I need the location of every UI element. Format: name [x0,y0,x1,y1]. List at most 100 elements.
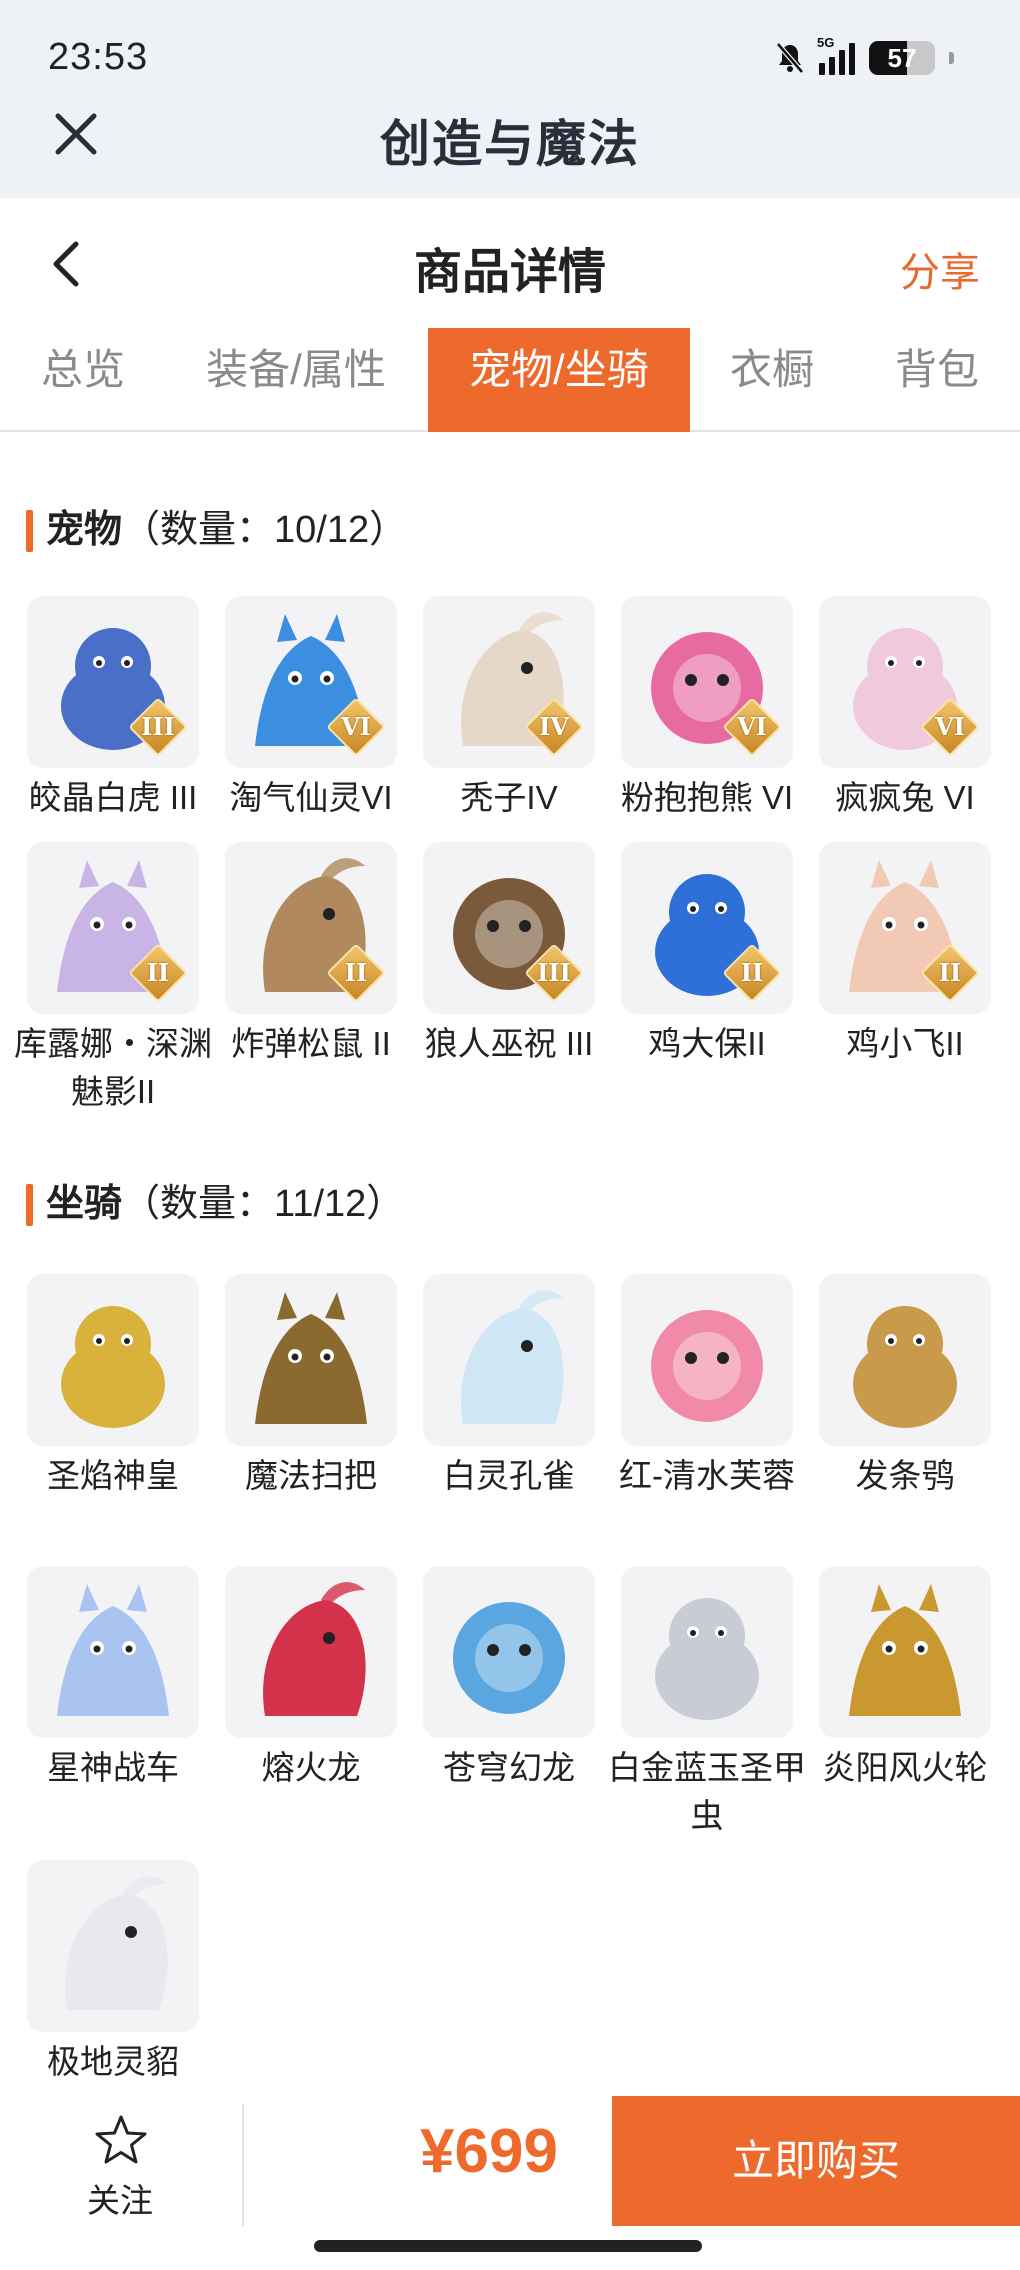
network-type: 5G [817,35,835,50]
mount-item[interactable]: 熔火龙 [212,1566,410,1792]
mount-item[interactable]: 星神战车 [14,1566,212,1792]
mount-item[interactable]: 极地灵貂 [14,1860,212,2086]
follow-button[interactable]: 关注 [0,2096,240,2226]
pet-item[interactable]: II 鸡小飞II [806,842,1004,1068]
app-header: 23:53 5G 57 创造与魔法 [0,0,1020,198]
tab-pets-mounts[interactable]: 宠物/坐骑 [428,328,690,432]
grade-label: IV [539,712,569,741]
status-time: 23:53 [48,36,149,78]
grade-badge: VI [326,697,386,757]
pet-item[interactable]: III 狼人巫祝 III [410,842,608,1068]
polar-marten-icon [27,1860,199,2032]
pet-item[interactable]: VI 淘气仙灵VI [212,596,410,822]
grade-label: VI [341,712,371,741]
pet-name: 库露娜・深渊魅影II [14,1025,212,1110]
mount-item[interactable]: 炎阳风火轮 [806,1566,1004,1792]
mount-item[interactable]: 圣焰神皇 [14,1274,212,1500]
status-icons: 5G 57 [775,35,954,78]
mount-item[interactable]: 苍穹幻龙 [410,1566,608,1792]
pet-item[interactable]: VI 粉抱抱熊 VI [608,596,806,822]
blue-dog-icon: VI [225,596,397,768]
grade-badge: III [524,943,584,1003]
mount-name: 白灵孔雀 [443,1457,575,1494]
grade-badge: II [722,943,782,1003]
golden-phoenix-icon [27,1274,199,1446]
tab-overview[interactable]: 总览 [0,328,166,432]
pet-name: 秃子IV [460,779,558,816]
pink-bear-icon: VI [621,596,793,768]
pets-section-title: 宠物（数量：10/12） [26,506,407,554]
price: ¥699 [420,2117,558,2186]
pet-name: 疯疯兔 VI [835,779,975,816]
bunny-icon: VI [819,596,991,768]
grade-label: VI [737,712,767,741]
pet-item[interactable]: II 炸弹松鼠 II [212,842,410,1068]
mount-name: 炎阳风火轮 [822,1749,988,1786]
mount-item[interactable]: 发条鸮 [806,1274,1004,1500]
sky-dragon-icon [423,1566,595,1738]
lava-dragon-icon [225,1566,397,1738]
mount-name: 魔法扫把 [245,1457,377,1494]
mount-item[interactable]: 白金蓝玉圣甲虫 [608,1566,806,1840]
mount-name: 熔火龙 [261,1749,361,1786]
pets-count: （数量：10/12） [122,509,408,551]
tab-bar: 总览 装备/属性 宠物/坐骑 衣橱 背包 [0,328,1020,432]
squirrel-icon: II [225,842,397,1014]
pets-heading: 宠物 [46,509,123,551]
tab-wardrobe[interactable]: 衣橱 [690,328,854,432]
grade-label: II [938,958,962,987]
pet-item[interactable]: VI 疯疯兔 VI [806,596,1004,822]
mount-name: 苍穹幻龙 [443,1749,575,1786]
grade-badge: VI [722,697,782,757]
battery-icon: 57 [869,41,935,75]
lotus-icon [621,1274,793,1446]
mount-item[interactable]: 魔法扫把 [212,1274,410,1500]
bald-kid-icon: IV [423,596,595,768]
pet-name: 粉抱抱熊 VI [620,779,794,816]
buy-now-button[interactable]: 立即购买 [612,2096,1020,2226]
grade-label: II [344,958,368,987]
phantom-girl-icon: II [27,842,199,1014]
mount-name: 圣焰神皇 [47,1457,179,1494]
app-title: 创造与魔法 [380,116,640,172]
mount-name: 白金蓝玉圣甲虫 [608,1749,806,1834]
grade-badge: II [326,943,386,1003]
bottom-action-bar: 关注 ¥699 立即购买 [0,2096,1020,2226]
scarab-icon [621,1566,793,1738]
star-chariot-icon [27,1566,199,1738]
mounts-count: （数量：11/12） [122,1183,405,1225]
home-indicator [314,2240,702,2252]
grade-badge: VI [920,697,980,757]
page-title: 商品详情 [413,246,606,299]
divider [242,2104,244,2226]
share-button[interactable]: 分享 [900,240,980,298]
white-peacock-icon [423,1274,595,1446]
round-chick-icon: II [819,842,991,1014]
grade-label: II [740,958,764,987]
pet-item[interactable]: III 皎晶白虎 III [14,596,212,822]
blue-chicken-icon: II [621,842,793,1014]
magic-broom-icon [225,1274,397,1446]
pet-name: 鸡小飞II [846,1025,964,1062]
grade-label: II [146,958,170,987]
pet-name: 淘气仙灵VI [229,779,393,816]
grade-label: III [537,958,571,987]
pet-item[interactable]: II 库露娜・深渊魅影II [14,842,212,1116]
pet-name: 炸弹松鼠 II [231,1025,391,1062]
mount-item[interactable]: 红-清水芙蓉 [608,1274,806,1500]
mount-name: 星神战车 [47,1749,179,1786]
mute-bell-icon [776,42,804,74]
grade-badge: II [920,943,980,1003]
follow-label: 关注 [87,2182,153,2219]
mounts-section-title: 坐骑（数量：11/12） [26,1180,404,1228]
pet-item[interactable]: II 鸡大保II [608,842,806,1068]
grade-badge: II [128,943,188,1003]
tab-equipment[interactable]: 装备/属性 [166,328,426,432]
fire-wheel-icon [819,1566,991,1738]
pet-name: 鸡大保II [648,1025,766,1062]
grade-badge: IV [524,697,584,757]
mount-item[interactable]: 白灵孔雀 [410,1274,608,1500]
pet-item[interactable]: IV 秃子IV [410,596,608,822]
battery-level: 57 [887,43,917,73]
tab-backpack[interactable]: 背包 [854,328,1020,432]
